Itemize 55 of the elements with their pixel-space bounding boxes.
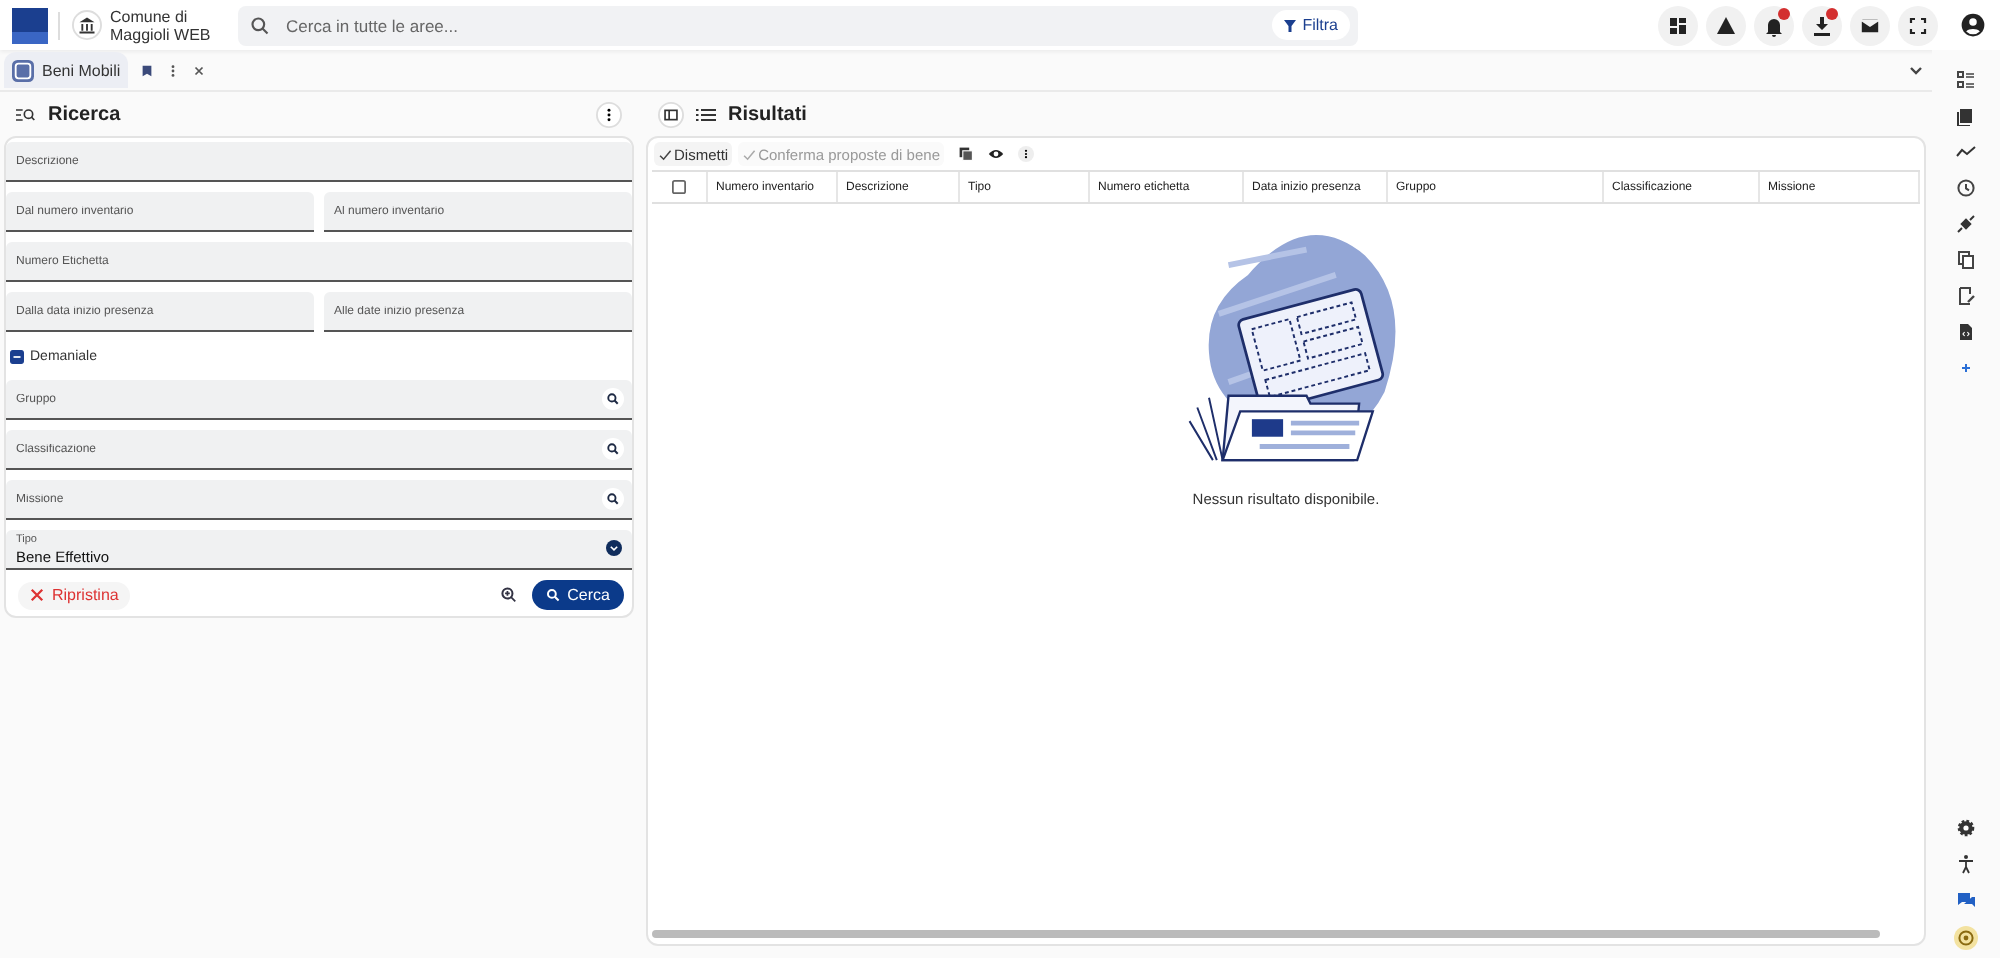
code-file-icon[interactable]: [1956, 322, 1976, 342]
module-icon: [12, 59, 34, 81]
download-icon[interactable]: [1802, 5, 1842, 45]
search-icon: [545, 588, 560, 602]
book-icon[interactable]: [1956, 106, 1976, 126]
eye-icon[interactable]: [987, 146, 1004, 162]
check-icon: [658, 147, 672, 161]
search-icon[interactable]: [602, 388, 624, 410]
history-icon[interactable]: [1956, 178, 1976, 198]
panel-title: Risultati: [728, 103, 807, 125]
search-icon[interactable]: [602, 488, 624, 510]
more-icon[interactable]: [1017, 146, 1034, 162]
dashboard-icon[interactable]: [1658, 5, 1698, 45]
notifications-icon[interactable]: [1754, 5, 1794, 45]
check-icon: [742, 147, 757, 161]
mail-icon[interactable]: [1850, 5, 1890, 45]
more-icon[interactable]: [596, 101, 622, 127]
copy-icon[interactable]: [957, 146, 974, 162]
chevron-down-icon[interactable]: [1908, 62, 1924, 78]
building-icon[interactable]: [72, 10, 102, 40]
list-icon: [696, 105, 716, 123]
accessibility-icon[interactable]: [1956, 854, 1976, 874]
plug-icon[interactable]: [1956, 214, 1976, 234]
search-button[interactable]: Cerca: [531, 580, 624, 610]
document-edit-icon[interactable]: [1956, 286, 1976, 306]
select-all-checkbox[interactable]: [672, 180, 686, 194]
copy-icon[interactable]: [1956, 250, 1976, 270]
close-icon: [30, 588, 44, 602]
sidebar-toggle-icon[interactable]: [658, 101, 684, 127]
trend-icon[interactable]: [1956, 142, 1976, 162]
warning-icon[interactable]: [1706, 5, 1746, 45]
logo-icon: [12, 7, 48, 43]
settings-icon[interactable]: [1956, 818, 1976, 838]
search-icon: [250, 15, 270, 35]
dropdown-icon: [606, 540, 622, 556]
checkbox[interactable]: [10, 349, 24, 363]
filter-icon: [1284, 19, 1297, 31]
panel-title: Ricerca: [48, 103, 121, 125]
add-icon[interactable]: [1956, 358, 1976, 378]
help-avatar-icon[interactable]: [1954, 926, 1978, 950]
chat-icon[interactable]: [1956, 890, 1976, 910]
search-icon[interactable]: [602, 438, 624, 460]
fullscreen-icon[interactable]: [1898, 5, 1938, 45]
reset-button[interactable]: Ripristina: [18, 581, 131, 609]
close-icon[interactable]: [192, 63, 207, 77]
checklist-icon[interactable]: [1956, 70, 1976, 90]
bookmark-icon[interactable]: [140, 63, 155, 77]
zoom-icon[interactable]: [497, 584, 520, 606]
search-list-icon: [16, 105, 36, 123]
filter-button[interactable]: Filtra: [1272, 10, 1350, 40]
organization-name: Comune di Maggioli WEB: [110, 7, 213, 43]
account-icon[interactable]: [1960, 12, 1986, 38]
module-tab[interactable]: Beni Mobili: [4, 52, 129, 88]
horizontal-scrollbar[interactable]: [652, 930, 1880, 938]
search-field[interactable]: Cerca in tutte le aree... Filtra: [238, 5, 1358, 45]
